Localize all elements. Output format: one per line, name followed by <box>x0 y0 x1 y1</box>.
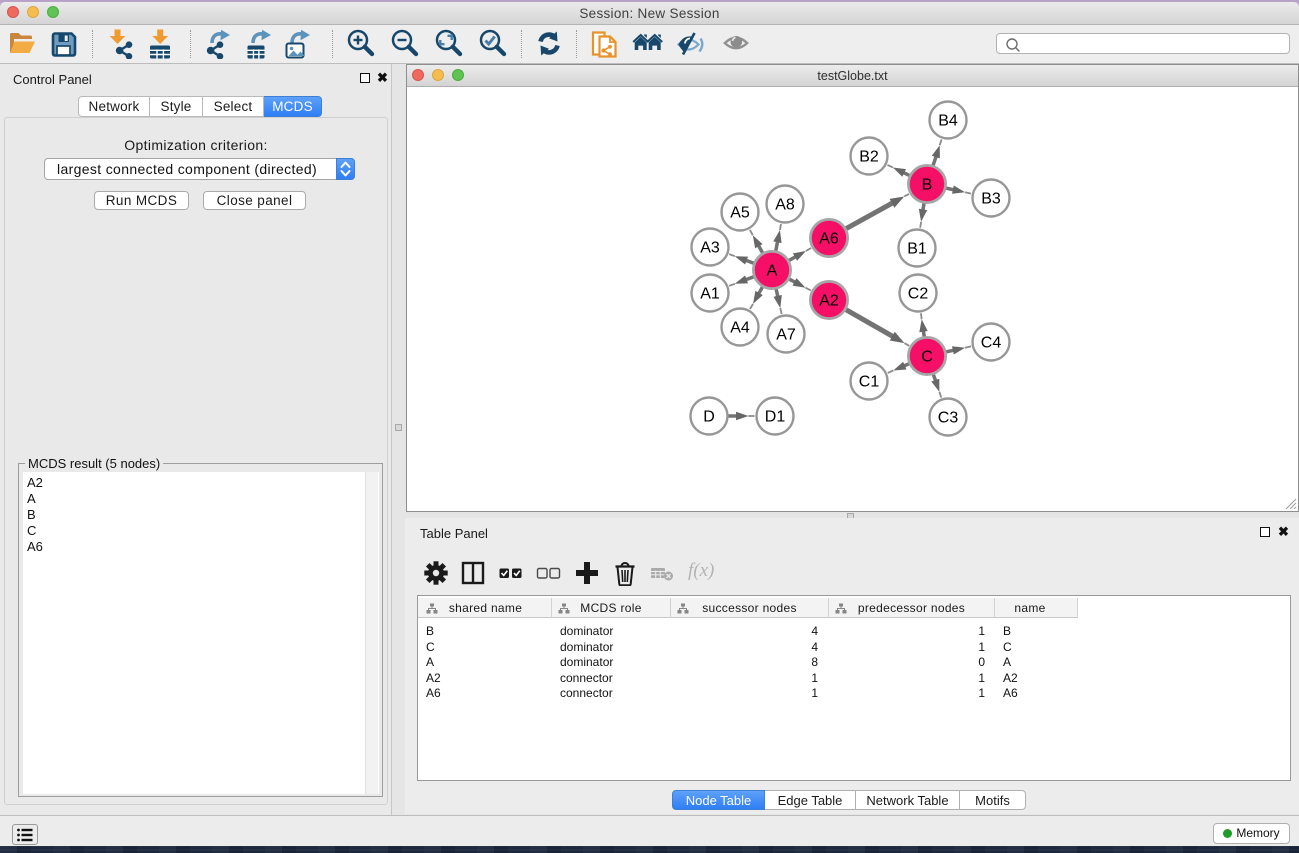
svg-text:B4: B4 <box>938 113 958 130</box>
svg-text:B: B <box>922 177 933 194</box>
svg-text:A7: A7 <box>776 327 796 344</box>
svg-text:A8: A8 <box>775 197 795 214</box>
svg-text:A2: A2 <box>819 293 839 310</box>
svg-text:C: C <box>921 349 933 366</box>
svg-text:C2: C2 <box>908 286 929 303</box>
svg-text:D: D <box>703 409 715 426</box>
svg-text:A: A <box>767 263 778 280</box>
svg-text:C1: C1 <box>859 374 880 391</box>
svg-text:C4: C4 <box>981 335 1002 352</box>
svg-text:A3: A3 <box>700 240 720 257</box>
svg-text:A6: A6 <box>819 231 839 248</box>
svg-text:D1: D1 <box>765 409 786 426</box>
svg-text:A1: A1 <box>700 286 720 303</box>
svg-text:B2: B2 <box>859 149 879 166</box>
svg-text:B3: B3 <box>981 191 1001 208</box>
svg-text:A5: A5 <box>730 205 750 222</box>
svg-text:A4: A4 <box>730 320 750 337</box>
svg-text:C3: C3 <box>938 410 959 427</box>
svg-text:B1: B1 <box>907 241 927 258</box>
